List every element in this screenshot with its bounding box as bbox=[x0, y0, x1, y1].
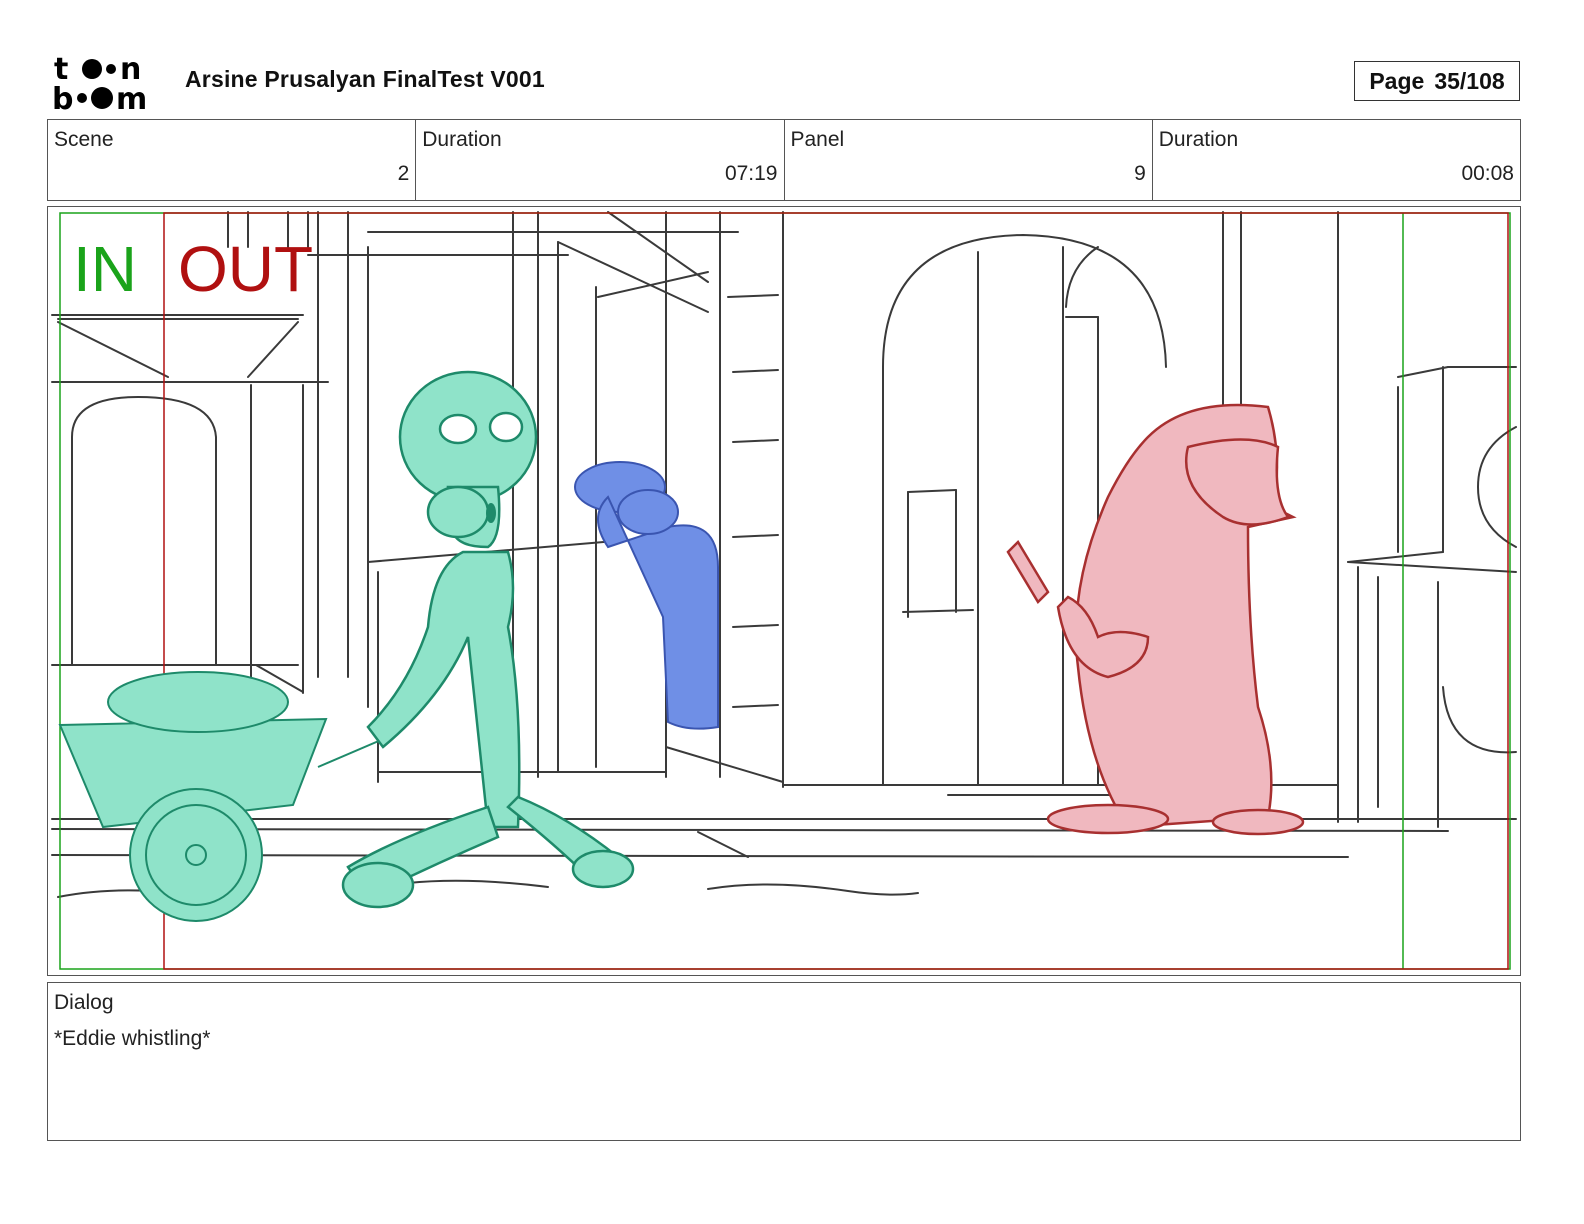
page-label: Page bbox=[1369, 67, 1425, 94]
out-label: OUT bbox=[178, 233, 314, 305]
dialog-text: *Eddie whistling* bbox=[54, 1027, 211, 1050]
wheelbarrow bbox=[58, 671, 389, 922]
panel-duration-value: 00:08 bbox=[1461, 162, 1514, 185]
dialog-box: Dialog *Eddie whistling* bbox=[47, 982, 1521, 1141]
storyboard-panel: IN OUT bbox=[47, 206, 1521, 976]
scene-label: Scene bbox=[54, 128, 114, 151]
scene-duration-label: Duration bbox=[422, 128, 502, 151]
squidward-figure bbox=[341, 370, 635, 909]
panel-sketch bbox=[51, 211, 1517, 970]
page-value: 35/108 bbox=[1434, 67, 1505, 94]
scene-duration-cell: Duration 07:19 bbox=[416, 120, 785, 200]
pink-character bbox=[1006, 403, 1305, 836]
in-label: IN bbox=[73, 233, 137, 305]
panel-value: 9 bbox=[1134, 162, 1146, 185]
panel-label: Panel bbox=[790, 128, 845, 151]
scene-value: 2 bbox=[397, 162, 410, 185]
panel-duration-label: Duration bbox=[1158, 128, 1239, 151]
storyboard-title: Arsine Prusalyan FinalTest V001 bbox=[185, 66, 545, 92]
toonboom-logo: t n b m bbox=[52, 52, 164, 117]
scene-info-table: Scene 2 Duration 07:19 Panel 9 Duration … bbox=[47, 119, 1521, 201]
scene-duration-value: 07:19 bbox=[724, 162, 778, 185]
panel-duration-cell: Duration 00:08 bbox=[1153, 120, 1520, 200]
dialog-label: Dialog bbox=[54, 991, 114, 1014]
svg-text:b: b bbox=[52, 82, 73, 112]
svg-text:m: m bbox=[116, 82, 147, 112]
panel-cell: Panel 9 bbox=[785, 120, 1153, 200]
scene-cell: Scene 2 bbox=[48, 120, 417, 200]
page-indicator: Page 35/108 bbox=[1354, 61, 1520, 101]
